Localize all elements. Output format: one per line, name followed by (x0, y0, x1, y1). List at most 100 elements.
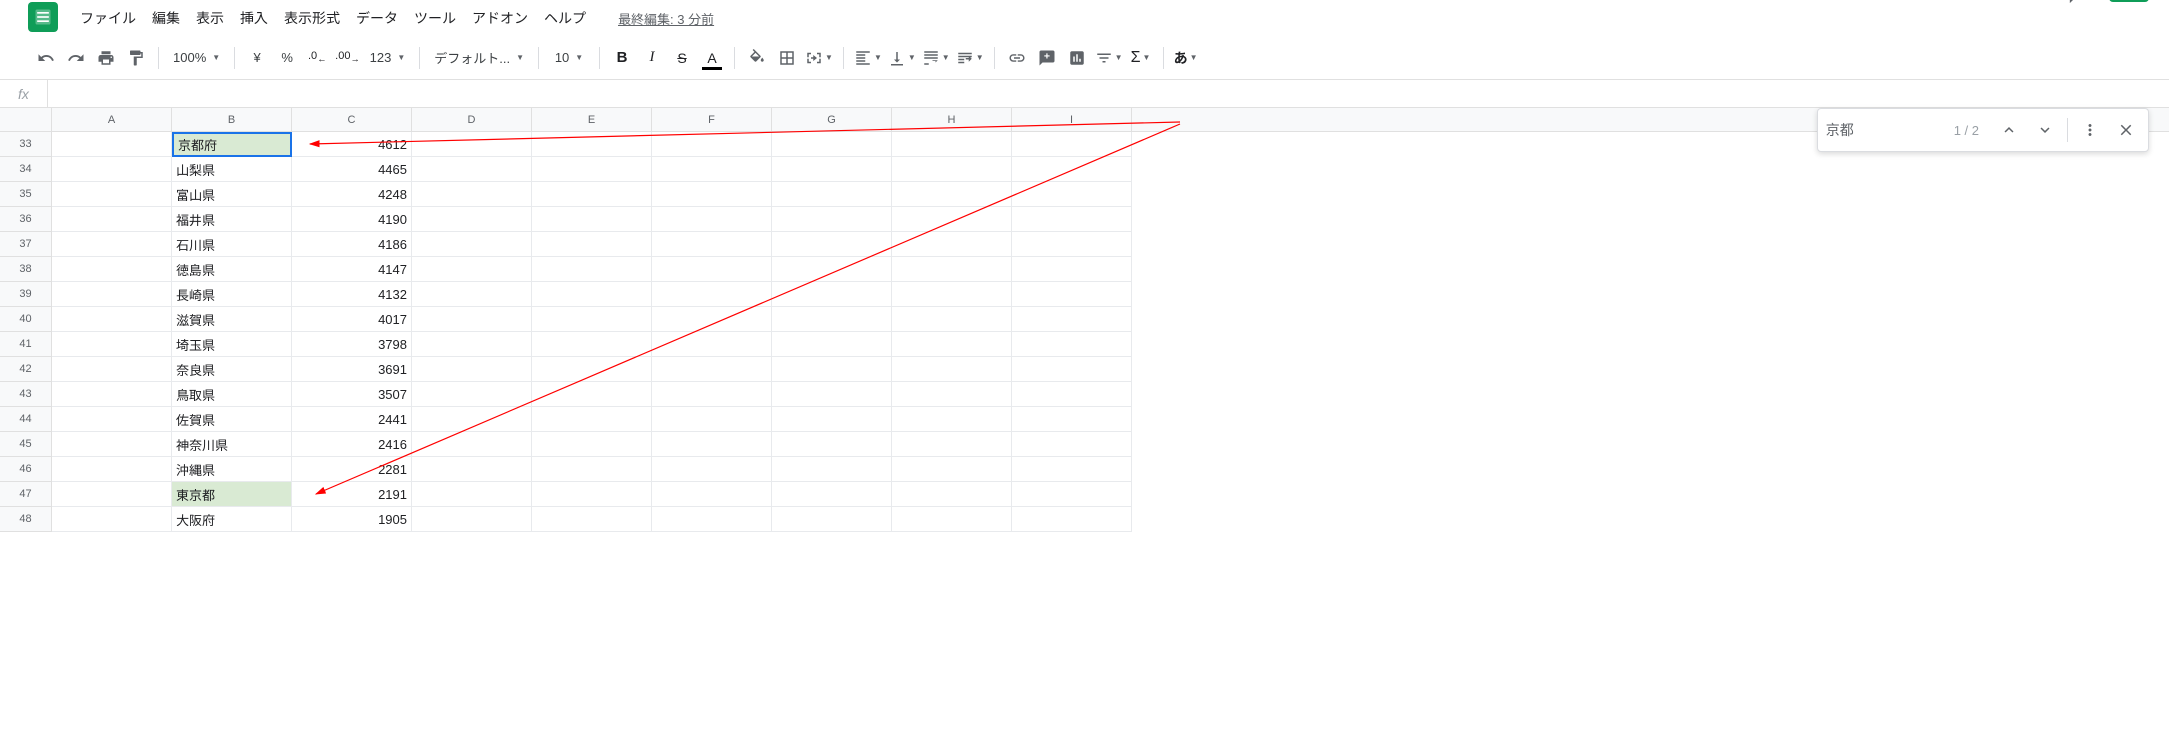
cell[interactable] (412, 482, 532, 507)
row-header[interactable]: 37 (0, 232, 52, 257)
cell[interactable]: 2191 (292, 482, 412, 507)
cell[interactable] (52, 507, 172, 532)
cell[interactable] (52, 332, 172, 357)
cell[interactable]: 京都府 (172, 132, 292, 157)
row-header[interactable]: 42 (0, 357, 52, 382)
cell[interactable] (652, 382, 772, 407)
cell[interactable] (532, 357, 652, 382)
cell[interactable] (772, 382, 892, 407)
cell[interactable] (652, 307, 772, 332)
cell[interactable] (1012, 132, 1132, 157)
row-header[interactable]: 33 (0, 132, 52, 157)
cell[interactable] (1012, 182, 1132, 207)
cell[interactable] (532, 382, 652, 407)
cell[interactable] (652, 157, 772, 182)
cell[interactable] (652, 207, 772, 232)
cell[interactable]: 富山県 (172, 182, 292, 207)
menu-item[interactable]: ファイル (72, 4, 144, 32)
cell[interactable] (892, 257, 1012, 282)
cell[interactable] (892, 182, 1012, 207)
column-header[interactable]: I (1012, 108, 1132, 131)
cell[interactable] (772, 407, 892, 432)
cell[interactable] (892, 357, 1012, 382)
cell[interactable] (772, 132, 892, 157)
cell[interactable] (892, 307, 1012, 332)
row-header[interactable]: 35 (0, 182, 52, 207)
cell[interactable] (52, 257, 172, 282)
share-button[interactable] (2109, 0, 2149, 2)
cell[interactable] (1012, 257, 1132, 282)
cell[interactable] (772, 332, 892, 357)
input-method-button[interactable]: あ▼ (1172, 44, 1200, 72)
paint-format-button[interactable] (122, 44, 150, 72)
comment-icon[interactable] (2065, 0, 2093, 8)
cell[interactable] (52, 407, 172, 432)
cell[interactable]: 徳島県 (172, 257, 292, 282)
cell[interactable] (1012, 457, 1132, 482)
bold-button[interactable]: B (608, 44, 636, 72)
cell[interactable] (412, 182, 532, 207)
menu-item[interactable]: ツール (406, 4, 464, 32)
row-header[interactable]: 38 (0, 257, 52, 282)
cell[interactable]: 4186 (292, 232, 412, 257)
cell[interactable] (52, 132, 172, 157)
row-header[interactable]: 34 (0, 157, 52, 182)
cell[interactable] (892, 157, 1012, 182)
cell[interactable] (1012, 307, 1132, 332)
cell[interactable] (532, 482, 652, 507)
column-header[interactable]: F (652, 108, 772, 131)
cell[interactable] (412, 457, 532, 482)
cell[interactable]: 埼玉県 (172, 332, 292, 357)
menu-item[interactable]: 編集 (144, 4, 188, 32)
increase-decimal-button[interactable]: .00→ (333, 44, 361, 72)
italic-button[interactable]: I (638, 44, 666, 72)
cell[interactable] (652, 507, 772, 532)
vertical-align-button[interactable]: ▼ (886, 44, 918, 72)
cell[interactable] (892, 207, 1012, 232)
cell[interactable] (652, 232, 772, 257)
column-header[interactable]: A (52, 108, 172, 131)
cell[interactable] (52, 182, 172, 207)
cell[interactable] (772, 432, 892, 457)
insert-comment-button[interactable]: + (1033, 44, 1061, 72)
cell[interactable] (412, 132, 532, 157)
row-header[interactable]: 45 (0, 432, 52, 457)
cell[interactable] (652, 457, 772, 482)
cell[interactable]: 長崎県 (172, 282, 292, 307)
more-formats-dropdown[interactable]: 123▼ (364, 44, 412, 72)
cell[interactable] (652, 257, 772, 282)
cell[interactable] (52, 457, 172, 482)
cell[interactable]: 3691 (292, 357, 412, 382)
cell[interactable] (52, 207, 172, 232)
menu-item[interactable]: 表示 (188, 4, 232, 32)
text-wrap-button[interactable]: ▼ (920, 44, 952, 72)
cell[interactable] (772, 207, 892, 232)
select-all-cell[interactable] (0, 108, 52, 131)
cell[interactable] (52, 232, 172, 257)
cell[interactable] (52, 382, 172, 407)
cell[interactable] (652, 132, 772, 157)
cell[interactable]: 2416 (292, 432, 412, 457)
column-header[interactable]: G (772, 108, 892, 131)
find-options-button[interactable] (2076, 116, 2104, 144)
cell[interactable] (532, 182, 652, 207)
find-close-button[interactable] (2112, 116, 2140, 144)
cell[interactable]: 大阪府 (172, 507, 292, 532)
find-input[interactable] (1826, 122, 1946, 138)
redo-button[interactable] (62, 44, 90, 72)
row-header[interactable]: 48 (0, 507, 52, 532)
cell[interactable] (412, 432, 532, 457)
cell[interactable]: 2441 (292, 407, 412, 432)
cell[interactable] (892, 132, 1012, 157)
cell[interactable] (892, 332, 1012, 357)
cell[interactable]: 4190 (292, 207, 412, 232)
cell[interactable] (412, 507, 532, 532)
cell[interactable] (892, 432, 1012, 457)
row-header[interactable]: 43 (0, 382, 52, 407)
cell[interactable] (532, 457, 652, 482)
menu-item[interactable]: 表示形式 (276, 4, 348, 32)
cell[interactable]: 4147 (292, 257, 412, 282)
column-header[interactable]: C (292, 108, 412, 131)
cell[interactable] (1012, 407, 1132, 432)
cell[interactable] (652, 182, 772, 207)
